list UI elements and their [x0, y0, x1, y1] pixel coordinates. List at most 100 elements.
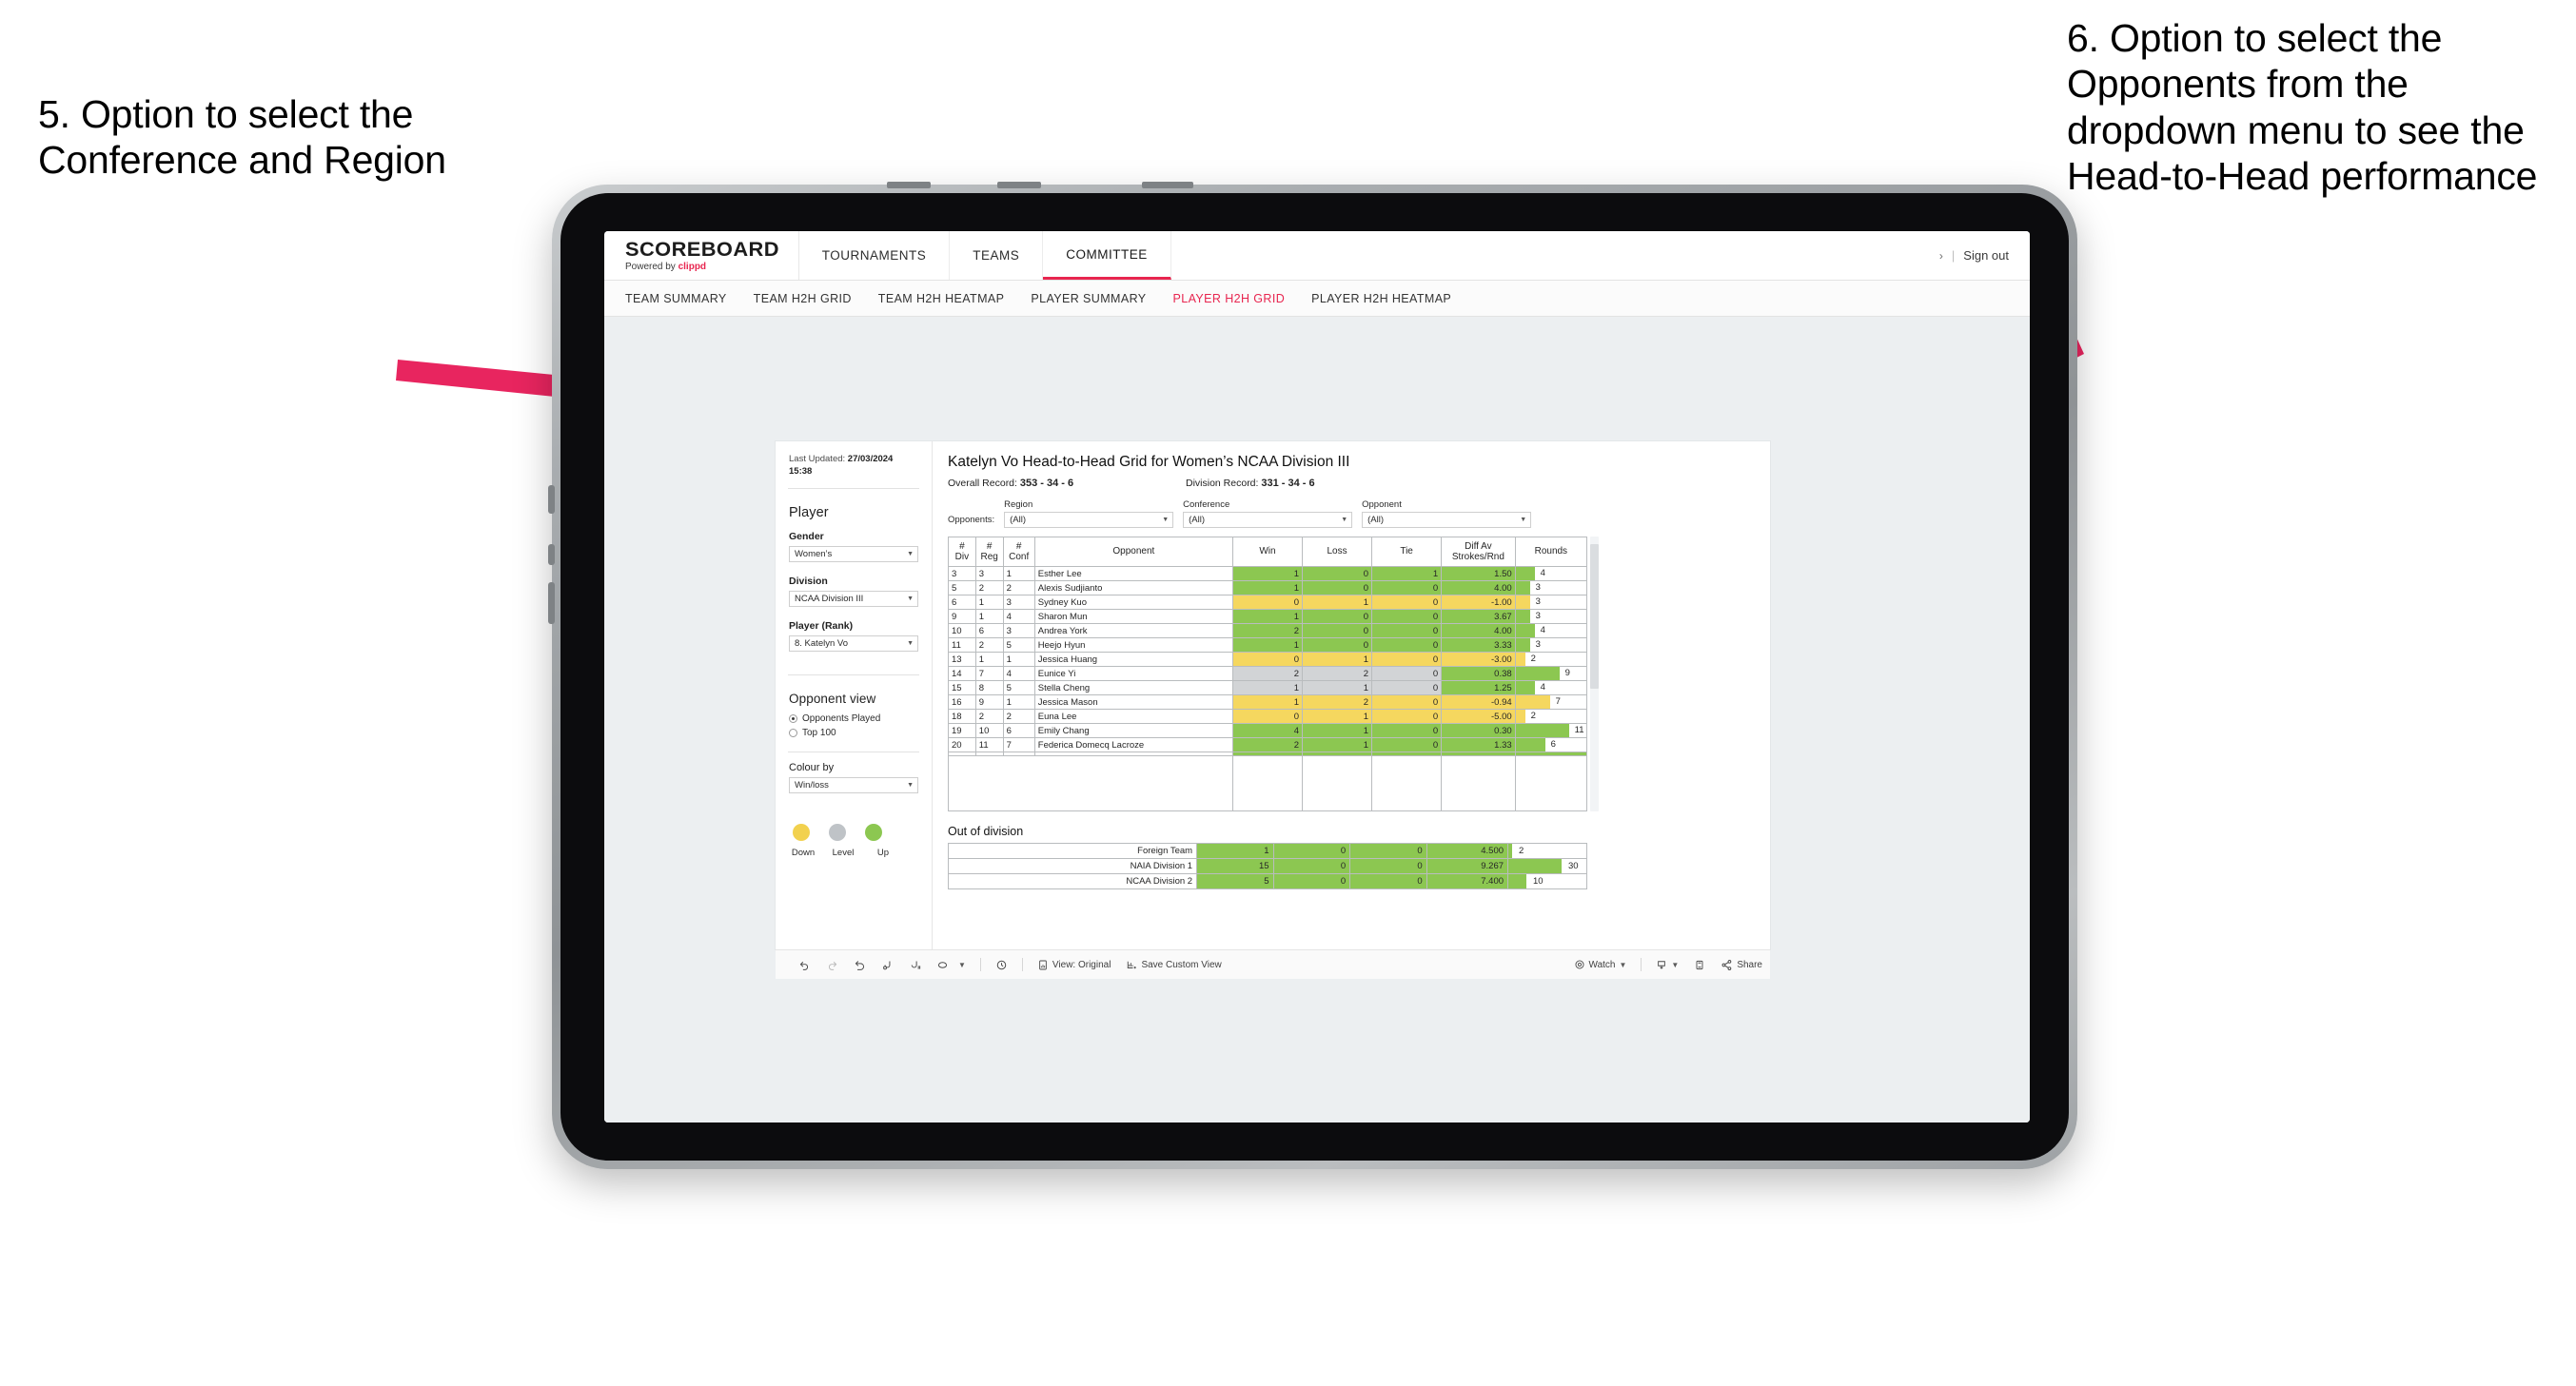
- division-select[interactable]: NCAA Division III ▼: [789, 590, 918, 607]
- tablet-bezel: SCOREBOARD Powered by clippd TOURNAMENTS…: [560, 193, 2069, 1161]
- caret-icon[interactable]: ▼: [956, 961, 973, 969]
- cell-tie: 0: [1371, 680, 1443, 695]
- nav-tournaments[interactable]: TOURNAMENTS: [799, 231, 951, 280]
- annotation-callout-5: 5. Option to select the Conference and R…: [38, 92, 446, 183]
- cell-loss: 1: [1301, 652, 1373, 667]
- chevron-right-icon[interactable]: ›: [1939, 249, 1943, 263]
- h2h-grid-wrapper: # Div # Reg # Conf Opponent Win Loss Tie Di…: [948, 537, 1755, 811]
- cell-opponent: Jessica Huang: [1033, 652, 1233, 667]
- download-button[interactable]: ▼: [1648, 959, 1686, 971]
- cell-win: 0: [1231, 709, 1304, 724]
- col-rounds: Rounds: [1514, 537, 1588, 567]
- colour-by-select[interactable]: Win/loss ▼: [789, 776, 918, 793]
- tail-cell: [1514, 755, 1588, 811]
- highlight-button[interactable]: [929, 959, 956, 971]
- table-row[interactable]: 18 2 2 Euna Lee 0 1 0 -5.00 2: [948, 709, 1588, 724]
- cell-rounds: 3: [1514, 580, 1588, 595]
- dashboard-canvas: Last Updated: 27/03/2024 15:38 Player Ge…: [604, 317, 2030, 1122]
- tab-player-h2h-heatmap[interactable]: PLAYER H2H HEATMAP: [1311, 292, 1472, 305]
- nav-teams[interactable]: TEAMS: [950, 231, 1044, 280]
- conference-filter-select[interactable]: (All) ▼: [1183, 512, 1353, 528]
- share-label: Share: [1737, 959, 1762, 970]
- watch-button[interactable]: Watch ▼: [1566, 959, 1635, 970]
- scrollbar-thumb[interactable]: [1590, 544, 1599, 689]
- cell-opponent: Emily Chang: [1033, 723, 1233, 738]
- undo-button[interactable]: [791, 959, 818, 971]
- cell-div: 11: [948, 637, 976, 653]
- cell-conf: 3: [1002, 623, 1035, 638]
- table-row[interactable]: 9 1 4 Sharon Mun 1 0 0 3.67 3: [948, 609, 1588, 624]
- share-button[interactable]: Share: [1713, 959, 1770, 971]
- redo-button[interactable]: [818, 959, 846, 971]
- fullscreen-button[interactable]: [1686, 959, 1713, 971]
- opponent-filter-caption: Opponent: [1362, 499, 1402, 510]
- tab-team-h2h-heatmap[interactable]: TEAM H2H HEATMAP: [878, 292, 1026, 305]
- table-row[interactable]: 10 6 3 Andrea York 2 0 0 4.00 4: [948, 623, 1588, 638]
- player-rank-select[interactable]: 8. Katelyn Vo ▼: [789, 634, 918, 652]
- cell-rounds: 2: [1507, 843, 1587, 859]
- legend-label-level: Level: [832, 847, 855, 858]
- table-row[interactable]: 6 1 3 Sydney Kuo 0 1 0 -1.00 3: [948, 595, 1588, 610]
- clock-button[interactable]: [988, 959, 1015, 971]
- tab-player-summary[interactable]: PLAYER SUMMARY: [1031, 292, 1167, 305]
- toolbar-divider-3: [1641, 958, 1642, 971]
- nav-committee[interactable]: COMMITTEE: [1043, 231, 1171, 280]
- cell-win: 1: [1231, 566, 1304, 581]
- gender-select[interactable]: Women’s ▼: [789, 545, 918, 562]
- legend-swatch-level: [829, 823, 846, 841]
- table-row[interactable]: 20 11 7 Federica Domecq Lacroze 2 1 0 1.33 6: [948, 737, 1588, 752]
- table-row[interactable]: 11 2 5 Heejo Hyun 1 0 0 3.33 3: [948, 637, 1588, 653]
- cell-div: 15: [948, 680, 976, 695]
- cell-win: 4: [1231, 723, 1304, 738]
- cell-diff-av-strokes: 0.38: [1441, 666, 1516, 681]
- tab-team-summary[interactable]: TEAM SUMMARY: [625, 292, 748, 305]
- out-of-division-row[interactable]: NAIA Division 1 15 0 0 9.267 30: [947, 858, 1587, 874]
- chevron-down-icon: ▼: [907, 595, 914, 602]
- radio-top-100[interactable]: Top 100: [789, 728, 918, 738]
- cell-tie: 0: [1349, 843, 1427, 859]
- cell-tie: 0: [1371, 737, 1443, 752]
- tab-team-h2h-grid[interactable]: TEAM H2H GRID: [754, 292, 873, 305]
- refresh-button[interactable]: [874, 959, 901, 971]
- cell-reg: 2: [974, 709, 1004, 724]
- primary-nav: TOURNAMENTS TEAMS COMMITTEE: [799, 231, 1171, 280]
- region-filter-select[interactable]: (All) ▼: [1004, 512, 1174, 528]
- table-row[interactable]: 15 8 5 Stella Cheng 1 1 0 1.25 4: [948, 680, 1588, 695]
- cell-loss: 0: [1301, 623, 1373, 638]
- sign-out-link[interactable]: Sign out: [1963, 248, 2009, 263]
- division-record: Division Record: 331 - 34 - 6: [1186, 478, 1315, 489]
- table-row[interactable]: 13 1 1 Jessica Huang 0 1 0 -3.00 2: [948, 652, 1588, 667]
- pause-button[interactable]: [901, 959, 929, 971]
- cell-div: 10: [948, 623, 976, 638]
- view-original-button[interactable]: View: Original: [1030, 959, 1119, 971]
- table-row[interactable]: 14 7 4 Eunice Yi 2 2 0 0.38 9: [948, 666, 1588, 681]
- cell-diff-av-strokes: -5.00: [1441, 709, 1516, 724]
- grid-vertical-scrollbar[interactable]: [1590, 537, 1599, 811]
- cell-diff-av-strokes: 0.30: [1441, 723, 1516, 738]
- cell-diff-av-strokes: 4.00: [1441, 623, 1516, 638]
- cell-opponent: Alexis Sudjianto: [1033, 580, 1233, 595]
- cell-tie: 0: [1371, 694, 1443, 710]
- player-rank-field: Player (Rank) 8. Katelyn Vo ▼: [789, 620, 918, 652]
- colour-legend-swatches: [776, 823, 932, 841]
- rounds-value: 4: [1540, 625, 1545, 635]
- save-custom-view-button[interactable]: Save Custom View: [1118, 959, 1229, 971]
- tablet-top-button-1: [887, 182, 931, 188]
- table-row[interactable]: 16 9 1 Jessica Mason 1 2 0 -0.94 7: [948, 694, 1588, 710]
- out-of-division-row[interactable]: NCAA Division 2 5 0 0 7.400 10: [947, 873, 1587, 889]
- tab-player-h2h-grid[interactable]: PLAYER H2H GRID: [1173, 292, 1307, 305]
- cell-loss: 1: [1301, 737, 1373, 752]
- table-row[interactable]: 19 10 6 Emily Chang 4 1 0 0.30 11: [948, 723, 1588, 738]
- cell-tie: 0: [1371, 637, 1443, 653]
- tail-cell: [1371, 755, 1443, 811]
- colour-by-field: Colour by Win/loss ▼: [789, 762, 918, 793]
- brand-logo[interactable]: SCOREBOARD Powered by clippd: [604, 231, 799, 280]
- table-row[interactable]: 5 2 2 Alexis Sudjianto 1 0 0 4.00 3: [948, 580, 1588, 595]
- out-of-division-row[interactable]: Foreign Team 1 0 0 4.500 2: [947, 843, 1587, 859]
- revert-button[interactable]: [846, 959, 874, 971]
- radio-opponents-played[interactable]: Opponents Played: [789, 713, 918, 724]
- table-row[interactable]: 3 3 1 Esther Lee 1 0 1 1.50 4: [948, 566, 1588, 581]
- player-rank-label: Player (Rank): [789, 619, 854, 632]
- brand-tagline-clippd: clippd: [678, 261, 707, 272]
- opponent-filter-select[interactable]: (All) ▼: [1362, 512, 1532, 528]
